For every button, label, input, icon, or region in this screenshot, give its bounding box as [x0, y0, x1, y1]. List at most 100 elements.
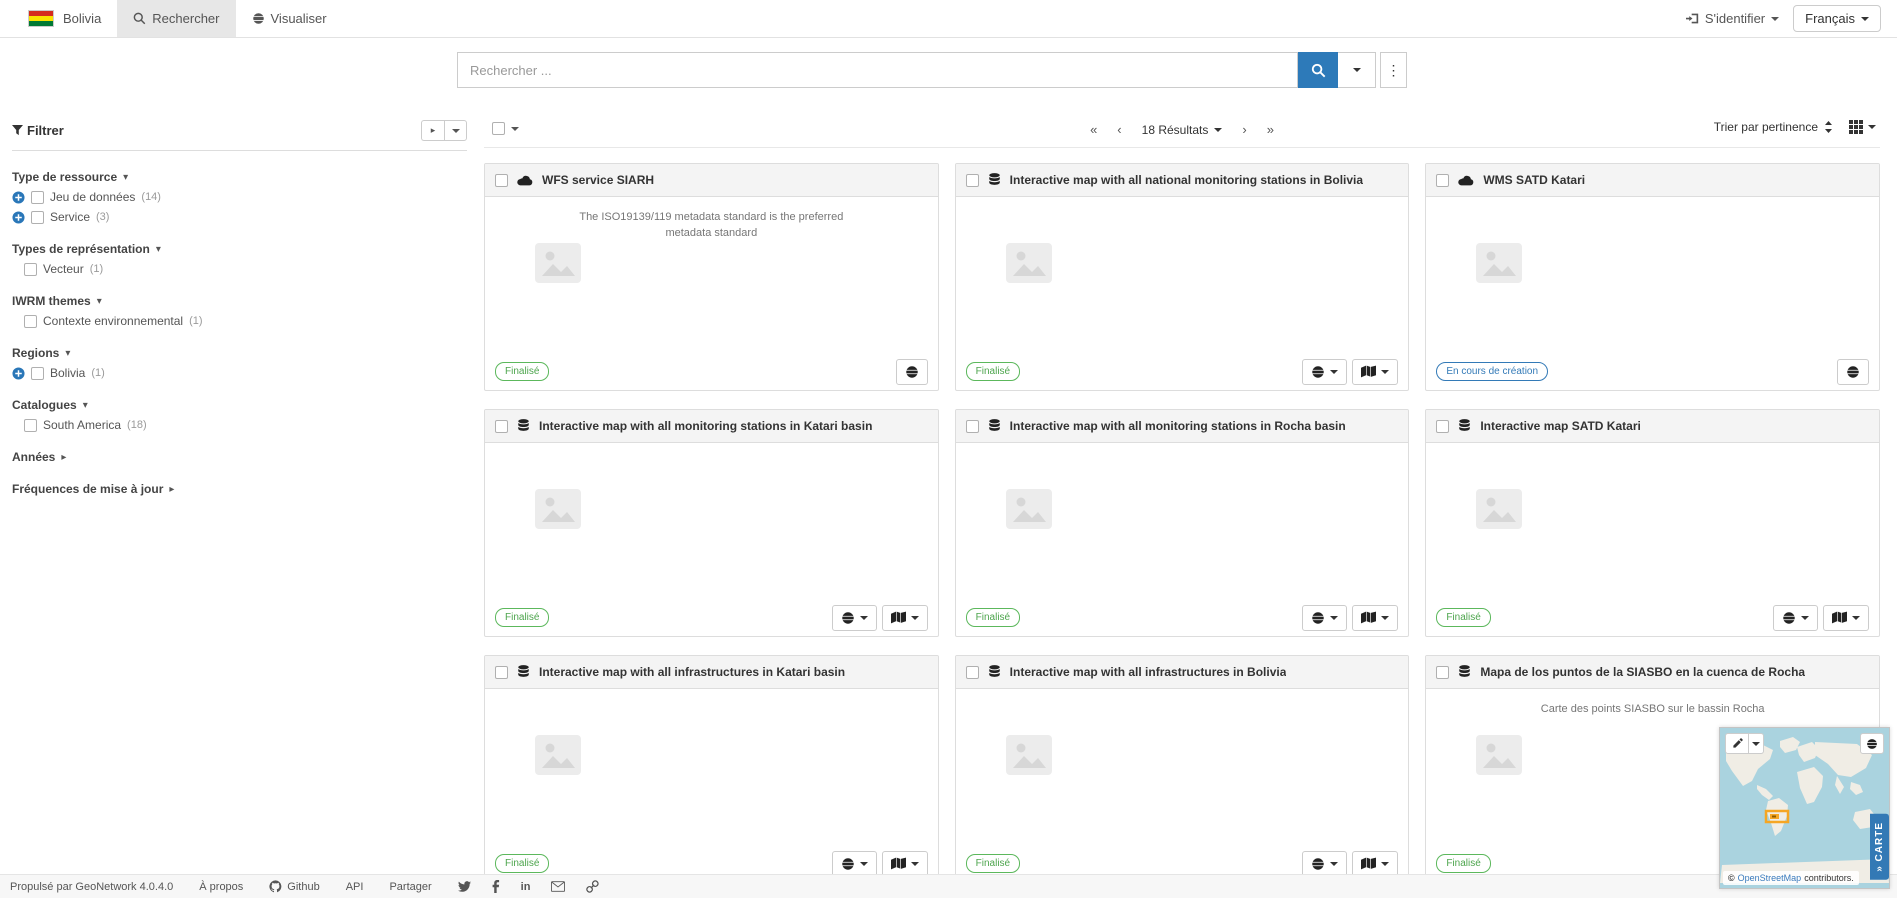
facet-group-header[interactable]: Regions ▾	[12, 343, 467, 363]
card-title[interactable]: WMS SATD Katari	[1483, 173, 1585, 187]
add-to-map-button[interactable]	[1837, 359, 1869, 385]
site-brand[interactable]: Bolivia	[0, 0, 117, 37]
card-footer: En cours de création	[1426, 353, 1879, 390]
facet-checkbox[interactable]	[31, 367, 44, 380]
plus-circle-icon[interactable]	[12, 211, 25, 224]
view-mode-button[interactable]	[1849, 120, 1876, 134]
openstreetmap-link[interactable]: OpenStreetMap	[1738, 873, 1802, 883]
card-checkbox[interactable]	[966, 174, 979, 187]
api-link[interactable]: API	[346, 881, 364, 893]
linkedin-icon[interactable]: in	[521, 881, 531, 893]
add-to-map-menu-button[interactable]	[1302, 359, 1347, 385]
pagination-prev[interactable]: ‹	[1117, 122, 1121, 137]
tab-visualiser[interactable]: Visualiser	[236, 0, 343, 37]
draw-extent-button[interactable]	[1725, 733, 1749, 754]
card-title[interactable]: Interactive map with all monitoring stat…	[1010, 419, 1346, 433]
download-map-menu-button[interactable]	[1352, 605, 1398, 631]
download-map-menu-button[interactable]	[882, 605, 928, 631]
card-checkbox[interactable]	[966, 666, 979, 679]
more-options-button[interactable]: ⋮	[1380, 52, 1407, 88]
map-globe-button[interactable]	[1860, 733, 1884, 754]
facet-item[interactable]: Contexte environnemental (1)	[24, 311, 467, 331]
card-checkbox[interactable]	[495, 666, 508, 679]
map-panel-toggle[interactable]: » CARTE	[1870, 814, 1889, 880]
search-input[interactable]	[457, 52, 1298, 88]
pagination-next[interactable]: ›	[1242, 122, 1246, 137]
facet-group-header[interactable]: Fréquences de mise à jour ▸	[12, 479, 467, 499]
card-body[interactable]	[1426, 197, 1879, 355]
filter-apply-button[interactable]: ▸	[421, 120, 444, 141]
facet-group-header[interactable]: IWRM themes ▾	[12, 291, 467, 311]
facet-item[interactable]: Jeu de données (14)	[12, 187, 467, 207]
facet-group-header[interactable]: Type de ressource ▾	[12, 167, 467, 187]
card-title[interactable]: WFS service SIARH	[542, 173, 654, 187]
card-checkbox[interactable]	[1436, 174, 1449, 187]
card-body[interactable]	[485, 689, 938, 847]
database-icon	[988, 665, 1001, 679]
facet-checkbox[interactable]	[31, 191, 44, 204]
chevron-down-icon	[1752, 742, 1760, 746]
facet-group-header[interactable]: Catalogues ▾	[12, 395, 467, 415]
card-body[interactable]	[956, 689, 1409, 847]
search-options-button[interactable]	[1338, 52, 1376, 88]
tab-rechercher[interactable]: Rechercher	[117, 0, 235, 37]
facet-group-header[interactable]: Types de représentation ▾	[12, 239, 467, 259]
facet-item[interactable]: Service (3)	[12, 207, 467, 227]
download-map-menu-button[interactable]	[1352, 851, 1398, 877]
card-body[interactable]	[956, 197, 1409, 355]
card-checkbox[interactable]	[495, 174, 508, 187]
image-placeholder-icon	[1006, 735, 1052, 775]
language-button[interactable]: Français	[1793, 5, 1881, 32]
card-actions	[1837, 359, 1869, 385]
card-title[interactable]: Mapa de los puntos de la SIASBO en la cu…	[1480, 665, 1805, 679]
card-body[interactable]	[956, 443, 1409, 601]
twitter-icon[interactable]	[458, 880, 471, 893]
add-to-map-button[interactable]	[896, 359, 928, 385]
plus-circle-icon[interactable]	[12, 191, 25, 204]
add-to-map-menu-button[interactable]	[832, 605, 877, 631]
signin-menu[interactable]: S'identifier	[1686, 11, 1779, 26]
add-to-map-menu-button[interactable]	[1302, 605, 1347, 631]
facebook-icon[interactable]	[492, 880, 500, 893]
card-checkbox[interactable]	[966, 420, 979, 433]
card-body[interactable]	[1426, 443, 1879, 601]
card-title[interactable]: Interactive map SATD Katari	[1480, 419, 1641, 433]
facet-checkbox[interactable]	[31, 211, 44, 224]
facet-item[interactable]: Bolivia (1)	[12, 363, 467, 383]
card-body[interactable]: The ISO19139/119 metadata standard is th…	[485, 197, 938, 355]
add-to-map-menu-button[interactable]	[1302, 851, 1347, 877]
card-title[interactable]: Interactive map with all national monito…	[1010, 173, 1363, 187]
overview-map[interactable]: » CARTE © OpenStreetMap contributors.	[1719, 727, 1890, 889]
email-icon[interactable]	[551, 881, 565, 892]
card-title[interactable]: Interactive map with all infrastructures…	[1010, 665, 1287, 679]
card-checkbox[interactable]	[1436, 666, 1449, 679]
facet-item[interactable]: Vecteur (1)	[24, 259, 467, 279]
pagination-first[interactable]: «	[1090, 122, 1097, 137]
sort-dropdown[interactable]: Trier par pertinence	[1714, 120, 1833, 134]
search-button[interactable]	[1298, 52, 1338, 88]
card-checkbox[interactable]	[1436, 420, 1449, 433]
facet-item[interactable]: South America (18)	[24, 415, 467, 435]
card-title[interactable]: Interactive map with all monitoring stat…	[539, 419, 872, 433]
card-checkbox[interactable]	[495, 420, 508, 433]
facet-checkbox[interactable]	[24, 315, 37, 328]
plus-circle-icon[interactable]	[12, 367, 25, 380]
extent-menu-button[interactable]	[1749, 733, 1764, 754]
card-header: Interactive map with all monitoring stat…	[956, 410, 1409, 443]
download-map-menu-button[interactable]	[1352, 359, 1398, 385]
filter-menu-button[interactable]	[444, 120, 467, 141]
facet-checkbox[interactable]	[24, 419, 37, 432]
download-map-menu-button[interactable]	[882, 851, 928, 877]
add-to-map-menu-button[interactable]	[832, 851, 877, 877]
card-title[interactable]: Interactive map with all infrastructures…	[539, 665, 845, 679]
download-map-menu-button[interactable]	[1823, 605, 1869, 631]
results-count-dropdown[interactable]: 18 Résultats	[1142, 123, 1223, 137]
add-to-map-menu-button[interactable]	[1773, 605, 1818, 631]
github-link[interactable]: Github	[269, 880, 319, 893]
facet-checkbox[interactable]	[24, 263, 37, 276]
link-icon[interactable]	[586, 880, 599, 893]
about-link[interactable]: À propos	[199, 881, 243, 893]
pagination-last[interactable]: »	[1267, 122, 1274, 137]
facet-group-header[interactable]: Années ▸	[12, 447, 467, 467]
card-body[interactable]	[485, 443, 938, 601]
